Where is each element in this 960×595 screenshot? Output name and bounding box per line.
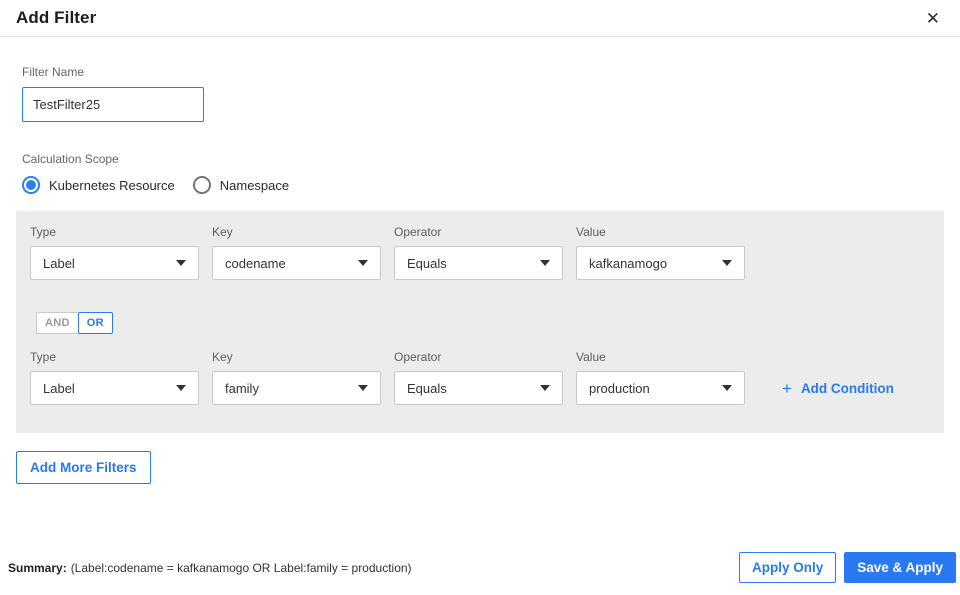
save-apply-button[interactable]: Save & Apply — [844, 552, 956, 583]
chevron-down-icon — [722, 260, 732, 266]
dropdown-value: Equals — [407, 380, 447, 396]
apply-only-button[interactable]: Apply Only — [738, 552, 837, 583]
radio-kubernetes-resource[interactable]: Kubernetes Resource — [22, 176, 175, 194]
calculation-scope-section: Calculation Scope Kubernetes Resource Na… — [16, 152, 944, 194]
dropdown-value: production — [589, 380, 650, 396]
key-dropdown[interactable]: family — [212, 371, 381, 405]
radio-label: Kubernetes Resource — [49, 177, 175, 193]
calculation-scope-label: Calculation Scope — [22, 152, 119, 166]
modal-header: Add Filter ✕ — [0, 0, 960, 37]
summary-label: Summary: — [8, 560, 67, 575]
logic-and-button[interactable]: AND — [36, 312, 78, 334]
calculation-scope-options: Kubernetes Resource Namespace — [22, 176, 944, 194]
page-title: Add Filter — [16, 8, 97, 27]
filter-name-input[interactable] — [22, 87, 204, 122]
type-dropdown[interactable]: Label — [30, 371, 199, 405]
type-dropdown[interactable]: Label — [30, 246, 199, 280]
condition-field-value: Value production — [576, 350, 745, 405]
key-label: Key — [212, 225, 233, 239]
value-dropdown[interactable]: production — [576, 371, 745, 405]
summary-text: (Label:codename = kafkanamogo OR Label:f… — [70, 560, 412, 575]
value-label: Value — [576, 350, 606, 364]
chevron-down-icon — [176, 260, 186, 266]
modal-footer: Summary: (Label:codename = kafkanamogo OR… — [0, 552, 960, 595]
radio-label: Namespace — [219, 177, 290, 193]
key-label: Key — [212, 350, 233, 364]
condition-field-type: Type Label — [30, 225, 199, 280]
condition-field-operator: Operator Equals — [394, 225, 563, 280]
operator-label: Operator — [394, 225, 442, 239]
radio-selected-icon — [22, 176, 40, 194]
value-label: Value — [576, 225, 606, 239]
key-dropdown[interactable]: codename — [212, 246, 381, 280]
logic-toggle: AND OR — [36, 312, 113, 334]
footer-actions: Apply Only Save & Apply — [738, 552, 956, 583]
chevron-down-icon — [540, 260, 550, 266]
chevron-down-icon — [358, 260, 368, 266]
modal-body: Filter Name Calculation Scope Kubernetes… — [0, 37, 960, 484]
conditions-panel: Type Label Key codename Operator Equals — [16, 211, 944, 433]
condition-field-key: Key codename — [212, 225, 381, 280]
type-label: Type — [30, 225, 57, 239]
dropdown-value: codename — [225, 255, 286, 271]
add-condition-label: Add Condition — [800, 381, 894, 396]
condition-field-value: Value kafkanamogo — [576, 225, 745, 280]
dropdown-value: Label — [43, 380, 75, 396]
add-more-filters-button[interactable]: Add More Filters — [16, 451, 151, 484]
condition-field-operator: Operator Equals — [394, 350, 563, 405]
chevron-down-icon — [358, 385, 368, 391]
chevron-down-icon — [722, 385, 732, 391]
plus-icon: + — [782, 379, 792, 398]
operator-label: Operator — [394, 350, 442, 364]
operator-dropdown[interactable]: Equals — [394, 371, 563, 405]
logic-or-button[interactable]: OR — [77, 312, 113, 334]
close-icon[interactable]: ✕ — [922, 8, 944, 29]
radio-namespace[interactable]: Namespace — [192, 176, 290, 194]
dropdown-value: Label — [43, 255, 75, 271]
dropdown-value: kafkanamogo — [589, 255, 668, 271]
add-condition-button[interactable]: + Add Condition — [782, 380, 894, 397]
dropdown-value: Equals — [407, 255, 447, 271]
operator-dropdown[interactable]: Equals — [394, 246, 563, 280]
filter-name-label: Filter Name — [22, 65, 85, 79]
condition-field-type: Type Label — [30, 350, 199, 405]
condition-row-2: Type Label Key family Operator Equals Va… — [30, 350, 930, 405]
condition-field-key: Key family — [212, 350, 381, 405]
filter-summary: Summary: (Label:codename = kafkanamogo OR… — [8, 561, 412, 575]
condition-row-1: Type Label Key codename Operator Equals — [30, 225, 930, 280]
chevron-down-icon — [176, 385, 186, 391]
chevron-down-icon — [540, 385, 550, 391]
value-dropdown[interactable]: kafkanamogo — [576, 246, 745, 280]
type-label: Type — [30, 350, 57, 364]
radio-unselected-icon — [192, 176, 211, 194]
dropdown-value: family — [225, 380, 259, 396]
